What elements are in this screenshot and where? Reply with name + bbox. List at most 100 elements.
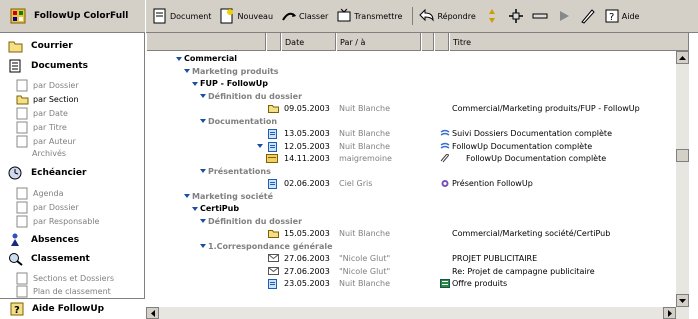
group-row[interactable]: Définition du dossier	[146, 91, 676, 102]
group-label: Définition du dossier	[200, 216, 302, 227]
expand-button[interactable]	[508, 6, 526, 26]
date-cell: 02.06.2003	[284, 179, 330, 188]
documents-icon	[8, 59, 23, 73]
nouveau-button[interactable]: Nouveau	[219, 6, 273, 26]
group-text: Commercial	[184, 54, 238, 63]
title-cell: Commercial/Marketing société/CertiPub	[452, 229, 611, 238]
nav-section-courrier[interactable]: Courrier	[8, 39, 73, 53]
group-row[interactable]: FUP - FollowUp	[146, 78, 676, 89]
table-row[interactable]: 13.05.2003 Nuit Blanche Suivi Dossiers Doc…	[146, 128, 676, 139]
expand-triangle-icon[interactable]	[176, 56, 182, 61]
group-row[interactable]: Commercial	[146, 53, 676, 64]
nav-item-label: Archivés	[32, 149, 67, 158]
expand-triangle-icon[interactable]	[257, 141, 265, 152]
expand-triangle-icon[interactable]	[200, 244, 206, 248]
expand-triangle-icon[interactable]	[200, 94, 206, 98]
group-row[interactable]: Présentations	[146, 166, 676, 177]
table-row[interactable]: 02.06.2003 Ciel Gris Présention FollowUp	[146, 178, 676, 189]
nav-item-par-dossier-2[interactable]: par Dossier	[16, 201, 79, 214]
group-row[interactable]: Documentation	[146, 116, 676, 127]
document-label: Document	[170, 11, 212, 21]
expand-triangle-icon[interactable]	[184, 69, 190, 73]
page-icon	[16, 285, 29, 298]
nav-item-archives[interactable]: Archivés	[32, 149, 66, 158]
table-row[interactable]: 27.06.2003 "Nicole Glut" Re: Projet de cam…	[146, 266, 676, 277]
collapse-button[interactable]	[532, 6, 550, 26]
expand-triangle-icon[interactable]	[200, 119, 206, 123]
doc-icon	[268, 141, 277, 153]
aide-label: Aide	[621, 11, 640, 21]
scroll-thumb[interactable]	[676, 149, 689, 162]
expand-triangle-icon[interactable]	[184, 194, 190, 198]
column-header-flag[interactable]	[434, 33, 449, 51]
table-row[interactable]: 15.05.2003 Nuit Blanche Commercial/Marketi…	[146, 228, 676, 239]
help-icon: ?	[604, 8, 620, 24]
svg-text:?: ?	[14, 305, 20, 316]
nav-section-echeancier[interactable]: Echéancier	[8, 166, 86, 180]
scroll-up-button[interactable]	[676, 51, 689, 64]
classer-button[interactable]: Classer	[281, 6, 328, 26]
nav-item-label: Sections et Dossiers	[33, 274, 115, 283]
repondre-button[interactable]: Répondre	[419, 6, 476, 26]
transmettre-button[interactable]: Transmettre	[336, 6, 402, 26]
nav-section-label: Classement	[31, 254, 90, 264]
nav-section-absences[interactable]: Absences	[8, 233, 79, 247]
author-cell: Ciel Gris	[339, 179, 373, 188]
column-header-tree[interactable]	[146, 33, 266, 51]
horizontal-scrollbar[interactable]	[146, 307, 689, 319]
group-row[interactable]: Marketing produits	[146, 66, 676, 77]
author-cell: "Nicole Glut"	[339, 254, 391, 263]
group-row[interactable]: 1.Correspondance générale	[146, 241, 676, 252]
column-header-spacer[interactable]	[421, 33, 434, 51]
table-row[interactable]: 27.06.2003 "Nicole Glut" PROJET PUBLICITAI…	[146, 253, 676, 264]
group-row[interactable]: Marketing société	[146, 191, 676, 202]
table-row[interactable]: 23.05.2003 Nuit Blanche Offre produits	[146, 278, 676, 289]
expand-triangle-icon[interactable]	[200, 169, 206, 173]
nav-item-sections-dossiers[interactable]: Sections et Dossiers	[16, 272, 115, 285]
navigation-panel: FollowUp ColorFull Courrier Documents pa…	[0, 0, 145, 319]
group-row[interactable]: CertiPub	[146, 203, 676, 214]
column-header-date[interactable]: Date	[281, 33, 336, 51]
table-row[interactable]: 09.05.2003 Nuit Blanche Commercial/Marketi…	[146, 103, 676, 114]
aide-button[interactable]: ? Aide	[604, 6, 640, 26]
collapse-icon	[532, 8, 548, 24]
table-row[interactable]: 14.11.2003 maigremoine FollowUp Documentat…	[146, 153, 676, 164]
nav-item-par-section[interactable]: par Section	[16, 93, 79, 106]
column-header-icon[interactable]	[266, 33, 281, 51]
nav-item-plan-classement[interactable]: Plan de classement	[16, 285, 111, 298]
expand-triangle-icon[interactable]	[192, 81, 198, 86]
nav-item-agenda[interactable]: Agenda	[16, 187, 64, 200]
expand-triangle-icon[interactable]	[200, 219, 206, 223]
scroll-left-button[interactable]	[146, 307, 159, 319]
page-icon	[16, 215, 29, 228]
nav-item-par-auteur[interactable]: par Auteur	[16, 135, 76, 148]
document-button[interactable]: Document	[152, 6, 211, 26]
column-header-par[interactable]: Par / à	[336, 33, 421, 51]
nav-section-documents[interactable]: Documents	[8, 59, 88, 73]
nav-item-par-date[interactable]: par Date	[16, 107, 68, 120]
sort-button[interactable]	[484, 6, 502, 26]
nav-section-label: Courrier	[31, 41, 73, 51]
header-label: Titre	[453, 37, 472, 47]
nav-section-classement[interactable]: Classement	[8, 252, 90, 266]
scroll-down-button[interactable]	[676, 294, 689, 307]
sign-button[interactable]	[580, 6, 598, 26]
help-button[interactable]: ? Aide FollowUp	[0, 298, 145, 319]
nav-item-par-dossier[interactable]: par Dossier	[16, 79, 79, 92]
scroll-right-button[interactable]	[663, 307, 676, 319]
play-button[interactable]	[556, 6, 574, 26]
nav-item-par-titre[interactable]: par Titre	[16, 121, 67, 134]
nav-item-par-responsable[interactable]: par Responsable	[16, 215, 99, 228]
magnifier-icon	[8, 252, 23, 266]
group-label: Commercial	[176, 53, 237, 64]
link-icon	[440, 142, 450, 153]
group-text: FUP - FollowUp	[200, 79, 268, 88]
group-row[interactable]: Définition du dossier	[146, 216, 676, 227]
column-header-titre[interactable]: Titre	[449, 33, 689, 51]
page-icon	[16, 272, 29, 285]
group-text: Marketing produits	[192, 66, 279, 76]
title-cell: Re: Projet de campagne publicitaire	[452, 266, 595, 276]
table-row[interactable]: 12.05.2003 Nuit Blanche FollowUp Documenta…	[146, 141, 676, 152]
expand-triangle-icon[interactable]	[192, 206, 198, 211]
vertical-scrollbar[interactable]	[676, 51, 689, 307]
